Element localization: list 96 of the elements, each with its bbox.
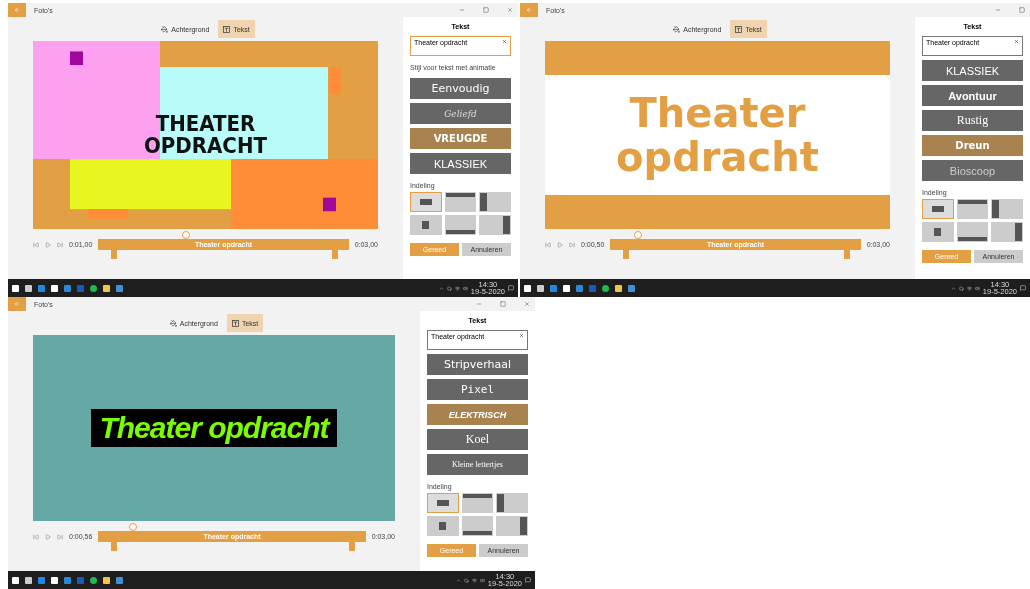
layout-icon	[497, 494, 504, 512]
clear-icon[interactable]	[502, 39, 507, 44]
notification-icon[interactable]	[525, 577, 531, 583]
layout-option[interactable]	[991, 199, 1023, 219]
layout-icon	[934, 228, 942, 236]
text-box-icon	[735, 25, 743, 33]
clear-icon[interactable]	[1014, 39, 1019, 44]
playhead-handle[interactable]	[181, 231, 190, 239]
layout-icon	[957, 200, 988, 204]
layout-icon	[520, 517, 527, 535]
text-box-icon	[231, 319, 239, 327]
trim-handle[interactable]	[623, 250, 629, 259]
chevron-icon[interactable]	[438, 285, 444, 291]
text-style-option[interactable]: VREUGDE	[410, 128, 511, 149]
title-text: Theater	[629, 91, 806, 135]
wifi-icon[interactable]	[966, 285, 972, 291]
layout-option[interactable]	[461, 516, 494, 536]
layout-icon	[992, 200, 999, 218]
layout-icon	[957, 237, 988, 241]
text-style-option[interactable]: KLASSIEK	[410, 153, 511, 174]
layout-option[interactable]	[496, 516, 528, 536]
arrow-icon	[14, 7, 20, 13]
layout-option[interactable]	[444, 215, 477, 235]
chevron-icon[interactable]	[455, 577, 461, 583]
text-style-option[interactable]: Koel	[427, 429, 528, 450]
layout-option[interactable]	[444, 192, 477, 212]
text-style-option[interactable]: Pixel	[427, 379, 528, 400]
layout-option[interactable]	[410, 215, 442, 235]
chevron-icon[interactable]	[950, 285, 956, 291]
layout-option[interactable]	[956, 199, 989, 219]
clear-icon[interactable]	[519, 333, 524, 338]
arrow-icon	[14, 301, 20, 307]
layout-icon	[436, 500, 449, 506]
arrow-icon	[526, 7, 532, 13]
layout-option[interactable]	[496, 493, 528, 513]
playhead-handle[interactable]	[633, 231, 642, 239]
layout-option[interactable]	[922, 222, 954, 242]
volume-icon[interactable]	[479, 577, 485, 583]
text-style-option[interactable]: KLASSIEK	[922, 60, 1023, 81]
layout-icon	[439, 522, 447, 530]
text-box-icon	[223, 25, 231, 33]
text-style-option[interactable]: Rustig	[922, 110, 1023, 131]
text-style-option[interactable]: Eenvoudig	[410, 78, 511, 99]
trim-handle[interactable]	[844, 250, 850, 259]
paint-bucket-icon	[161, 25, 169, 33]
paint-bucket-icon	[673, 25, 681, 33]
layout-option[interactable]	[427, 516, 459, 536]
text-style-option[interactable]: Geliefd	[410, 103, 511, 124]
layout-icon	[462, 494, 493, 498]
text-style-option[interactable]: Dreun	[922, 135, 1023, 156]
text-style-option[interactable]: ELEKTRISCH	[427, 404, 528, 425]
layout-option[interactable]	[922, 199, 954, 219]
layout-icon	[422, 221, 430, 229]
cloud-icon[interactable]	[446, 285, 452, 291]
notification-icon[interactable]	[508, 285, 514, 291]
trim-handle[interactable]	[332, 250, 338, 259]
layout-icon	[1015, 223, 1022, 241]
wifi-icon[interactable]	[454, 285, 460, 291]
volume-icon[interactable]	[974, 285, 980, 291]
text-style-option[interactable]: Bioscoop	[922, 160, 1023, 181]
trim-handle[interactable]	[349, 542, 355, 551]
cloud-icon[interactable]	[958, 285, 964, 291]
layout-icon	[931, 206, 944, 212]
title-text: OPDRACHT	[144, 135, 267, 157]
playhead-handle[interactable]	[129, 523, 138, 531]
title-text: opdracht	[616, 135, 819, 179]
layout-icon	[480, 193, 487, 211]
layout-option[interactable]	[479, 215, 511, 235]
layout-icon	[419, 199, 432, 205]
layout-icon	[462, 531, 493, 535]
layout-option[interactable]	[991, 222, 1023, 242]
volume-icon[interactable]	[462, 285, 468, 291]
layout-option[interactable]	[956, 222, 989, 242]
paint-bucket-icon	[169, 319, 177, 327]
wifi-icon[interactable]	[471, 577, 477, 583]
trim-handle[interactable]	[111, 250, 117, 259]
layout-icon	[445, 193, 476, 197]
notification-icon[interactable]	[1020, 285, 1026, 291]
text-style-option[interactable]: Avontuur	[922, 85, 1023, 106]
layout-icon	[503, 216, 510, 234]
layout-option[interactable]	[427, 493, 459, 513]
title-text: Theater opdracht	[91, 409, 337, 447]
text-style-option[interactable]: Kleine lettertjes	[427, 454, 528, 475]
title-text: THEATER	[155, 113, 256, 135]
trim-handle[interactable]	[111, 542, 117, 551]
maximize-icon[interactable]	[1019, 7, 1025, 13]
layout-option[interactable]	[461, 493, 494, 513]
maximize-icon[interactable]	[483, 7, 489, 13]
close-icon[interactable]	[507, 7, 513, 13]
layout-icon	[445, 230, 476, 234]
layout-option[interactable]	[479, 192, 511, 212]
cloud-icon[interactable]	[463, 577, 469, 583]
maximize-icon[interactable]	[500, 301, 506, 307]
close-icon[interactable]	[524, 301, 530, 307]
layout-option[interactable]	[410, 192, 442, 212]
text-style-option[interactable]: Stripverhaal	[427, 354, 528, 375]
